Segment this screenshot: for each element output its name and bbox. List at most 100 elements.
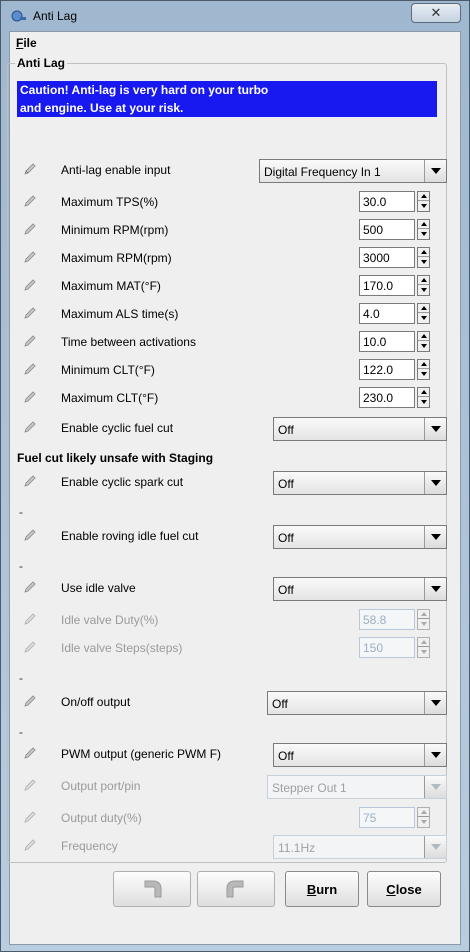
row-antilag-enable-input: Anti-lag enable input Digital Frequency … [17,159,447,183]
redo-button[interactable] [197,871,275,907]
undo-button[interactable] [113,871,191,907]
pencil-icon [24,475,36,487]
maximum-als-time-spinner[interactable] [417,303,430,324]
chevron-down-icon [424,836,446,858]
pencil-icon [24,223,36,235]
minimum-rpm-spinner[interactable] [417,219,430,240]
row-label: Maximum ALS time(s) [61,307,179,321]
maximum-clt-spinner[interactable] [417,387,430,408]
frequency-select: 11.1Hz [273,835,447,859]
row-minimum-clt: Minimum CLT(°F) 122.0 [17,359,445,381]
row-label: Minimum RPM(rpm) [61,223,169,237]
row-label: Maximum MAT(°F) [61,279,161,293]
row-label: Maximum RPM(rpm) [61,251,172,265]
row-enable-cyclic-fuel-cut: Enable cyclic fuel cut Off [17,417,447,441]
antilag-input-select[interactable]: Digital Frequency In 1 [259,159,447,183]
use-idle-valve-select[interactable]: Off [273,577,447,601]
row-label: Enable cyclic fuel cut [61,421,174,435]
maximum-tps-spinner[interactable] [417,191,430,212]
separator-dash: - [19,671,23,685]
pwm-output-select[interactable]: Off [273,743,447,767]
pencil-icon [24,695,36,707]
burn-button[interactable]: Burn [285,871,359,907]
chevron-down-icon[interactable] [424,418,446,440]
pencil-icon [24,335,36,347]
maximum-mat-field[interactable]: 170.0 [359,275,415,296]
row-label: Enable roving idle fuel cut [61,529,199,543]
pencil-icon [24,641,36,653]
row-label: Maximum TPS(%) [61,195,159,209]
roving-idle-fuel-cut-select[interactable]: Off [273,525,447,549]
pencil-icon [24,307,36,319]
row-enable-cyclic-spark-cut: Enable cyclic spark cut Off [17,471,447,495]
row-pwm-output: PWM output (generic PWM F) Off [17,743,447,767]
anti-lag-window: Anti Lag ✕ File Anti Lag Caution! Anti-l… [0,0,470,952]
pencil-icon [24,363,36,375]
idle-valve-duty-spinner [417,609,430,630]
chevron-down-icon[interactable] [424,160,446,182]
minimum-rpm-field[interactable]: 500 [359,219,415,240]
maximum-rpm-spinner[interactable] [417,247,430,268]
menu-bar: File [10,32,460,52]
pencil-icon [24,747,36,759]
row-time-between-activations: Time between activations 10.0 [17,331,445,353]
row-enable-roving-idle-fuel-cut: Enable roving idle fuel cut Off [17,525,447,549]
chevron-down-icon[interactable] [424,692,446,714]
title-bar[interactable]: Anti Lag ✕ [1,1,469,31]
close-window-button[interactable]: ✕ [411,3,461,23]
row-minimum-rpm: Minimum RPM(rpm) 500 [17,219,445,241]
separator-dash: - [19,725,23,739]
pencil-icon [24,421,36,433]
time-between-activations-spinner[interactable] [417,331,430,352]
row-idle-valve-duty: Idle valve Duty(%) 58.8 [17,609,445,631]
row-label: Maximum CLT(°F) [61,391,159,405]
on-off-output-select[interactable]: Off [267,691,447,715]
cyclic-fuel-cut-select[interactable]: Off [273,417,447,441]
caution-banner-line-2: and engine. Use at your risk. [17,99,437,117]
group-title: Anti Lag [15,56,67,70]
row-label: Use idle valve [61,581,136,595]
maximum-mat-spinner[interactable] [417,275,430,296]
close-icon: ✕ [430,5,442,20]
window-title: Anti Lag [33,9,78,23]
maximum-rpm-field[interactable]: 3000 [359,247,415,268]
staging-warning: Fuel cut likely unsafe with Staging [17,451,214,465]
time-between-activations-field[interactable]: 10.0 [359,331,415,352]
row-label: Anti-lag enable input [61,163,171,177]
cyclic-spark-cut-select[interactable]: Off [273,471,447,495]
separator-dash: - [19,505,23,519]
row-maximum-rpm: Maximum RPM(rpm) 3000 [17,247,445,269]
idle-valve-steps-field: 150 [359,637,415,658]
menu-file[interactable]: File [16,36,37,50]
maximum-clt-field[interactable]: 230.0 [359,387,415,408]
minimum-clt-field[interactable]: 122.0 [359,359,415,380]
row-label: Enable cyclic spark cut [61,475,184,489]
row-on-off-output: On/off output Off [17,691,447,715]
row-maximum-clt: Maximum CLT(°F) 230.0 [17,387,445,409]
row-label: PWM output (generic PWM F) [61,747,222,761]
pencil-icon [24,529,36,541]
pencil-icon [24,779,36,791]
row-idle-valve-steps: Idle valve Steps(steps) 150 [17,637,445,659]
app-icon [11,10,26,22]
chevron-down-icon[interactable] [424,526,446,548]
row-label: Output duty(%) [61,811,142,825]
pencil-icon [24,279,36,291]
minimum-clt-spinner[interactable] [417,359,430,380]
row-label: Idle valve Steps(steps) [61,641,183,655]
row-output-port-pin: Output port/pin Stepper Out 1 [17,775,447,799]
row-output-duty: Output duty(%) 75 [17,807,445,829]
undo-arrow-icon [144,880,162,898]
maximum-tps-field[interactable]: 30.0 [359,191,415,212]
row-frequency: Frequency 11.1Hz [17,835,447,859]
idle-valve-steps-spinner [417,637,430,658]
maximum-als-time-field[interactable]: 4.0 [359,303,415,324]
pencil-icon [24,391,36,403]
close-button[interactable]: Close [367,871,441,907]
chevron-down-icon[interactable] [424,744,446,766]
chevron-down-icon[interactable] [424,472,446,494]
row-label: Frequency [61,839,118,853]
row-label: Minimum CLT(°F) [61,363,155,377]
chevron-down-icon[interactable] [424,578,446,600]
pencil-icon [24,811,36,823]
